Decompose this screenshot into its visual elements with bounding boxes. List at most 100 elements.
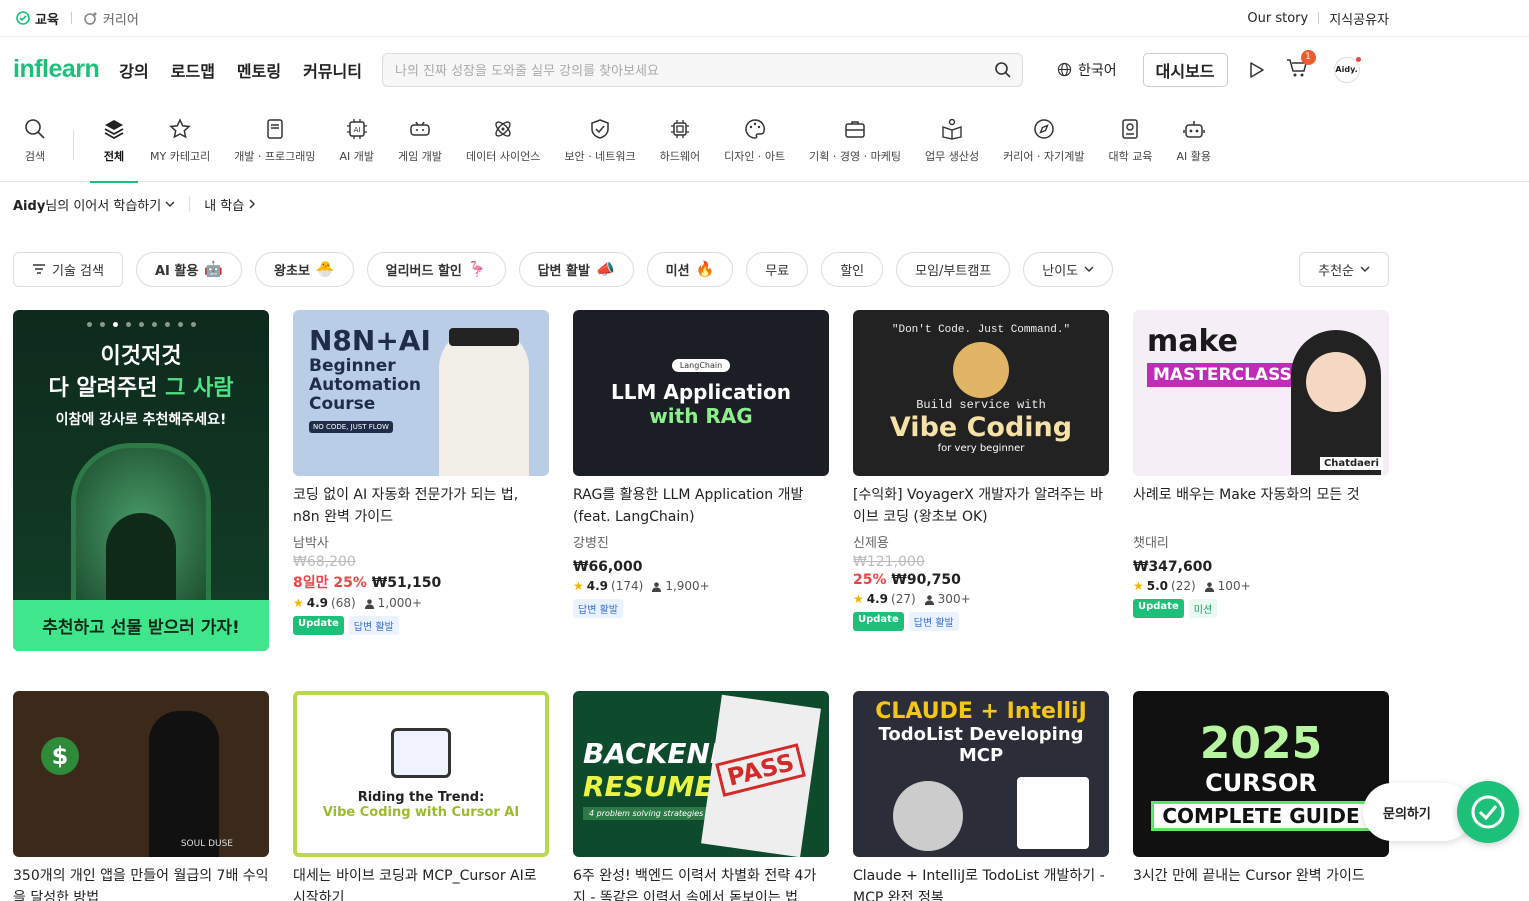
course-instructor[interactable]: 챗대리	[1133, 532, 1389, 551]
course-grid: 이것저것 다 알려주던 그 사람 이참에 강사로 추천해주세요! 추천하고 선물 …	[0, 310, 1529, 901]
cart-button[interactable]: 1	[1286, 49, 1316, 82]
chat-icon[interactable]	[1457, 781, 1519, 843]
filter-chip[interactable]: 답변 활발 📣	[518, 251, 634, 287]
course-tags: Update 답변 활발	[293, 616, 549, 635]
filter-chip[interactable]: 무료	[746, 251, 809, 287]
category-briefcase[interactable]: 기획 · 경영 · 마케팅	[797, 102, 913, 182]
nav-mentoring[interactable]: 멘토링	[237, 58, 281, 82]
course-thumbnail[interactable]: "Don't Code. Just Command." Build service…	[853, 310, 1109, 476]
course-title[interactable]: 코딩 없이 AI 자동화 전문가가 되는 법, n8n 완벽 가이드	[293, 484, 549, 528]
play-icon[interactable]	[1246, 60, 1266, 80]
course-title[interactable]: 350개의 개인 앱을 만들어 월급의 7배 수익을 달성한 방법	[13, 865, 269, 901]
thumb-dollar: $	[41, 737, 79, 775]
course-title[interactable]: 3시간 만에 끝내는 Cursor 완벽 가이드	[1133, 865, 1389, 901]
student-count: 1,900+	[665, 579, 710, 593]
inquiry-widget[interactable]: 문의하기	[1363, 781, 1519, 843]
tech-search-button[interactable]: 기술 검색	[13, 251, 123, 287]
filter-chip[interactable]: 왕초보 🐣	[255, 251, 354, 287]
search-icon[interactable]	[994, 61, 1012, 79]
thumb-sub: Vibe Coding with Cursor AI	[322, 805, 520, 820]
avatar[interactable]: Aidy.	[1333, 56, 1361, 83]
category-monitor[interactable]: 개발 · 프로그래밍	[222, 102, 327, 182]
course-thumbnail[interactable]: Riding the Trend: Vibe Coding with Cursor…	[293, 691, 549, 857]
course-card[interactable]: N8N+AI Beginner Automation Course NO CODE,…	[293, 310, 549, 651]
filter-chip[interactable]: 모임/부트캠프	[896, 251, 1011, 287]
filter-chip[interactable]: AI 활용 🤖	[135, 251, 243, 287]
course-thumbnail[interactable]: BACKEND RESUME 4 problem solving strategie…	[573, 691, 829, 857]
course-card[interactable]: 2025 CURSOR COMPLETE GUIDE 3시간 만에 끝내는 Curso…	[1133, 691, 1389, 901]
atom-icon	[491, 116, 515, 142]
course-title[interactable]: 사례로 배우는 Make 자동화의 모든 것	[1133, 484, 1389, 528]
category-compass[interactable]: 커리어 · 자기계발	[991, 102, 1096, 182]
category-atom[interactable]: 데이터 사이언스	[454, 102, 552, 182]
course-card[interactable]: BACKEND RESUME 4 problem solving strategie…	[573, 691, 829, 901]
course-card[interactable]: CLAUDE + IntelliJ TodoList Developing MCP C…	[853, 691, 1109, 901]
thumb-title: Riding the Trend:	[357, 790, 485, 805]
course-title[interactable]: Claude + IntelliJ로 TodoList 개발하기 - MCP 완…	[853, 865, 1109, 901]
category-book-person[interactable]: 업무 생산성	[913, 102, 991, 182]
edu-link[interactable]: 교육	[16, 9, 59, 28]
course-price: 8일만 25% ₩51,150	[293, 572, 549, 592]
promo-cta-button[interactable]: 추천하고 선물 받으러 가자!	[13, 600, 269, 651]
filter-chip[interactable]: 미션 🔥	[646, 251, 734, 287]
course-card[interactable]: LangChain LLM Application with RAG RAG를 활용한…	[573, 310, 829, 651]
course-title[interactable]: 6주 완성! 백엔드 이력서 차별화 전략 4가지 - 똑같은 이력서 속에서 …	[573, 865, 829, 901]
category-label: 게임 개발	[398, 150, 443, 163]
my-learning-link[interactable]: 내 학습	[204, 195, 256, 214]
course-card[interactable]: Riding the Trend: Vibe Coding with Cursor…	[293, 691, 549, 901]
course-thumbnail[interactable]: N8N+AI Beginner Automation Course NO CODE,…	[293, 310, 549, 476]
course-title[interactable]: RAG를 활용한 LLM Application 개발 (feat. LangC…	[573, 484, 829, 528]
course-thumbnail[interactable]: LangChain LLM Application with RAG	[573, 310, 829, 476]
original-price: ₩68,200	[293, 554, 356, 570]
course-instructor[interactable]: 강병진	[573, 532, 829, 551]
layers-icon	[102, 116, 126, 142]
knowledge-sharer-link[interactable]: 지식공유자	[1329, 9, 1389, 28]
category-robot[interactable]: AI 활용	[1164, 102, 1223, 182]
sort-dropdown[interactable]: 추천순	[1299, 251, 1389, 287]
continue-learning-dropdown[interactable]: Aidy님의 이어서 학습하기	[13, 195, 175, 214]
category-game[interactable]: 게임 개발	[386, 102, 454, 182]
course-instructor[interactable]: 남박사	[293, 532, 549, 551]
course-tag: Update	[1133, 599, 1184, 618]
filter-chip[interactable]: 얼리버드 할인 🦩	[366, 251, 506, 287]
category-layers[interactable]: 전체	[90, 102, 138, 183]
dashboard-button[interactable]: 대시보드	[1142, 52, 1228, 87]
course-title[interactable]: [수익화] VoyagerX 개발자가 알려주는 바이브 코딩 (왕초보 OK)	[853, 484, 1109, 528]
category-label: 커리어 · 자기계발	[1003, 150, 1085, 163]
promo-banner[interactable]: 이것저것 다 알려주던 그 사람 이참에 강사로 추천해주세요! 추천하고 선물 …	[13, 310, 269, 651]
course-price: ₩347,600	[1133, 559, 1389, 575]
course-thumbnail[interactable]: make MASTERCLASS Chatdaeri	[1133, 310, 1389, 476]
course-rating: ★ 4.9 (27) 300+	[853, 592, 1109, 606]
course-card[interactable]: make MASTERCLASS Chatdaeri 사례로 배우는 Make 자동화…	[1133, 310, 1389, 651]
category-certificate[interactable]: 대학 교육	[1096, 102, 1164, 182]
course-instructor[interactable]: 신제용	[853, 532, 1109, 551]
filter-chip[interactable]: 할인	[821, 251, 884, 287]
category-shield[interactable]: 보안 · 네트워크	[552, 102, 647, 182]
category-star[interactable]: MY 카테고리	[138, 102, 222, 182]
student-count: 1,000+	[377, 596, 423, 610]
course-thumbnail[interactable]: CLAUDE + IntelliJ TodoList Developing MCP	[853, 691, 1109, 857]
thumb-sub: TodoList Developing	[878, 724, 1084, 745]
search-input[interactable]: 나의 진짜 성장을 도와줄 실무 강의를 찾아보세요	[381, 52, 1023, 87]
thumb-quote: "Don't Code. Just Command."	[891, 324, 1071, 336]
category-search[interactable]: 검색	[13, 102, 57, 182]
course-card[interactable]: "Don't Code. Just Command." Build service…	[853, 310, 1109, 651]
career-link[interactable]: 커리어	[84, 9, 139, 28]
category-ai-chip[interactable]: AI AI 개발	[328, 102, 387, 182]
language-selector[interactable]: 한국어	[1057, 60, 1117, 80]
course-thumbnail[interactable]: 2025 CURSOR COMPLETE GUIDE	[1133, 691, 1389, 857]
inflearn-logo[interactable]: inflearn	[13, 55, 100, 84]
nav-roadmap[interactable]: 로드맵	[171, 58, 215, 82]
category-palette[interactable]: 디자인 · 아트	[712, 102, 797, 182]
search-placeholder: 나의 진짜 성장을 도와줄 실무 강의를 찾아보세요	[394, 64, 659, 79]
nav-courses[interactable]: 강의	[119, 58, 148, 82]
course-title[interactable]: 대세는 바이브 코딩과 MCP_Cursor AI로 시작하기	[293, 865, 549, 901]
filter-chip[interactable]: 난이도	[1023, 251, 1114, 287]
course-card[interactable]: $ SOUL DUSE 350개의 개인 앱을 만들어 월급의 7배 수익을 달성한…	[13, 691, 269, 901]
our-story-link[interactable]: Our story	[1247, 11, 1308, 26]
category-label: 하드웨어	[659, 150, 701, 163]
course-thumbnail[interactable]: $ SOUL DUSE	[13, 691, 269, 857]
category-cpu[interactable]: 하드웨어	[648, 102, 712, 182]
course-price: ₩66,000	[573, 559, 829, 575]
nav-community[interactable]: 커뮤니티	[303, 58, 362, 82]
